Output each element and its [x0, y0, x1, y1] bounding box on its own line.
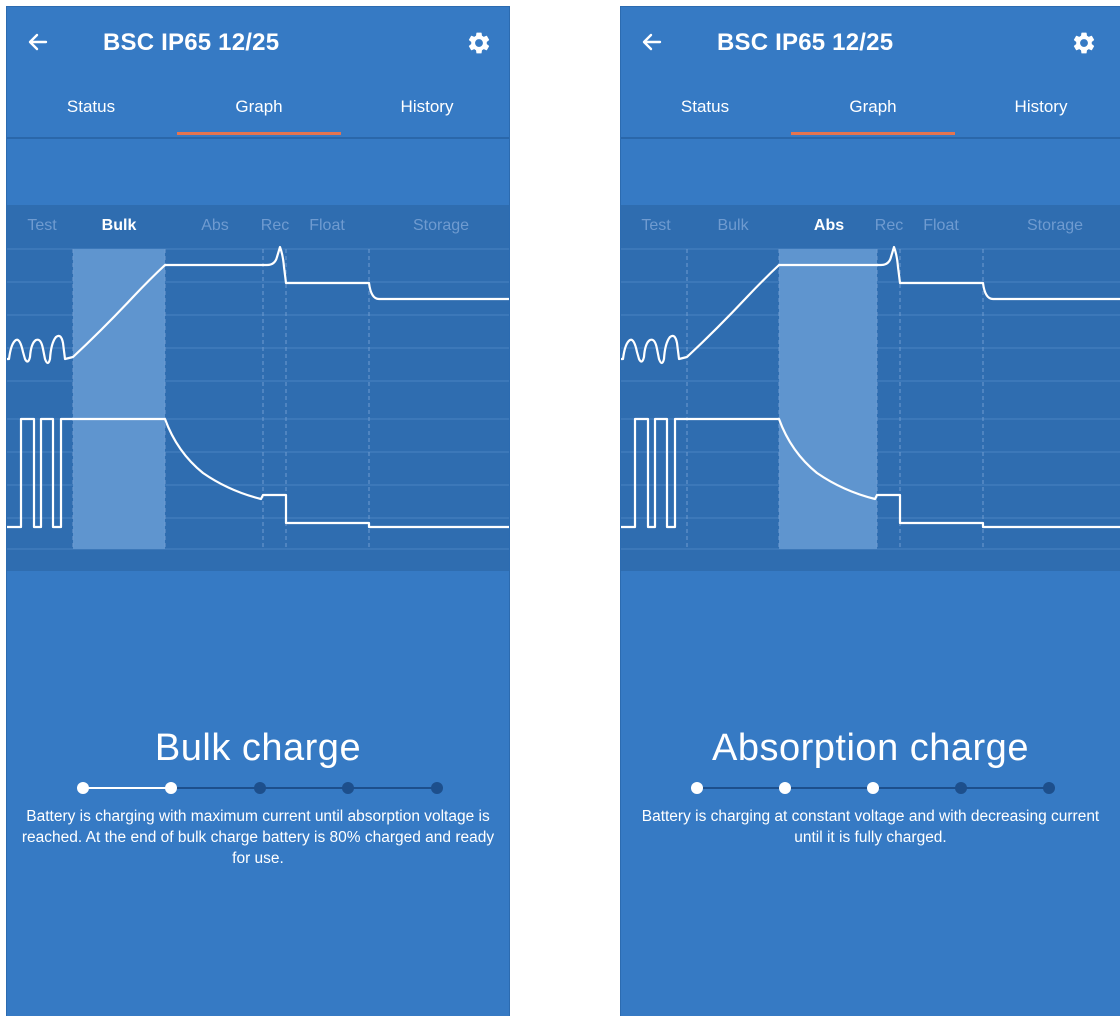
- stage-label-abs: Abs: [813, 217, 845, 234]
- stage-label-abs: Abs: [201, 217, 229, 234]
- progress-dot: [867, 782, 879, 794]
- stage-progress: [621, 776, 1120, 800]
- stage-labels: Test Bulk Abs Rec Float Storage: [7, 205, 509, 249]
- stage-label-storage: Storage: [1026, 217, 1084, 234]
- progress-dot: [165, 782, 177, 794]
- phone-screen-absorption: BSC IP65 12/25 Status Graph History Test…: [620, 6, 1120, 1016]
- progress-dot: [254, 782, 266, 794]
- phone-screen-bulk: BSC IP65 12/25 Status Graph History Test…: [6, 6, 510, 1016]
- progress-dot: [342, 782, 354, 794]
- stage-highlight: [73, 249, 165, 549]
- stage-label-float: Float: [923, 217, 959, 234]
- stage-description: Battery is charging with maximum current…: [21, 808, 495, 867]
- progress-dot: [955, 782, 967, 794]
- stage-progress-track: [77, 782, 443, 794]
- stage-label-rec: Rec: [260, 217, 290, 234]
- stage-description: Battery is charging at constant voltage …: [641, 808, 1100, 846]
- stage-label-test: Test: [641, 217, 671, 234]
- charge-curve-graph: [621, 245, 1120, 550]
- stage-label-bulk: Bulk: [717, 217, 749, 234]
- stage-info: Absorption charge Battery is charging at…: [621, 722, 1120, 848]
- stage-label-float: Float: [309, 217, 345, 234]
- stage-title: Bulk charge: [154, 727, 362, 769]
- stage-label-rec: Rec: [874, 217, 904, 234]
- stage-labels: Test Bulk Abs Rec Float Storage: [621, 205, 1120, 249]
- stage-progress-track: [691, 782, 1055, 794]
- stage-highlight: [779, 249, 877, 549]
- progress-dot: [779, 782, 791, 794]
- charge-curve-graph: [7, 245, 509, 550]
- stage-info: Bulk charge Battery is charging with max…: [7, 722, 509, 869]
- progress-dot: [77, 782, 89, 794]
- progress-dot: [431, 782, 443, 794]
- stage-progress: [7, 776, 509, 800]
- progress-dot: [1043, 782, 1055, 794]
- stage-label-bulk: Bulk: [101, 217, 137, 234]
- stage-label-test: Test: [27, 217, 57, 234]
- progress-dot: [691, 782, 703, 794]
- stage-label-storage: Storage: [412, 217, 470, 234]
- stage-title: Absorption charge: [712, 727, 1029, 769]
